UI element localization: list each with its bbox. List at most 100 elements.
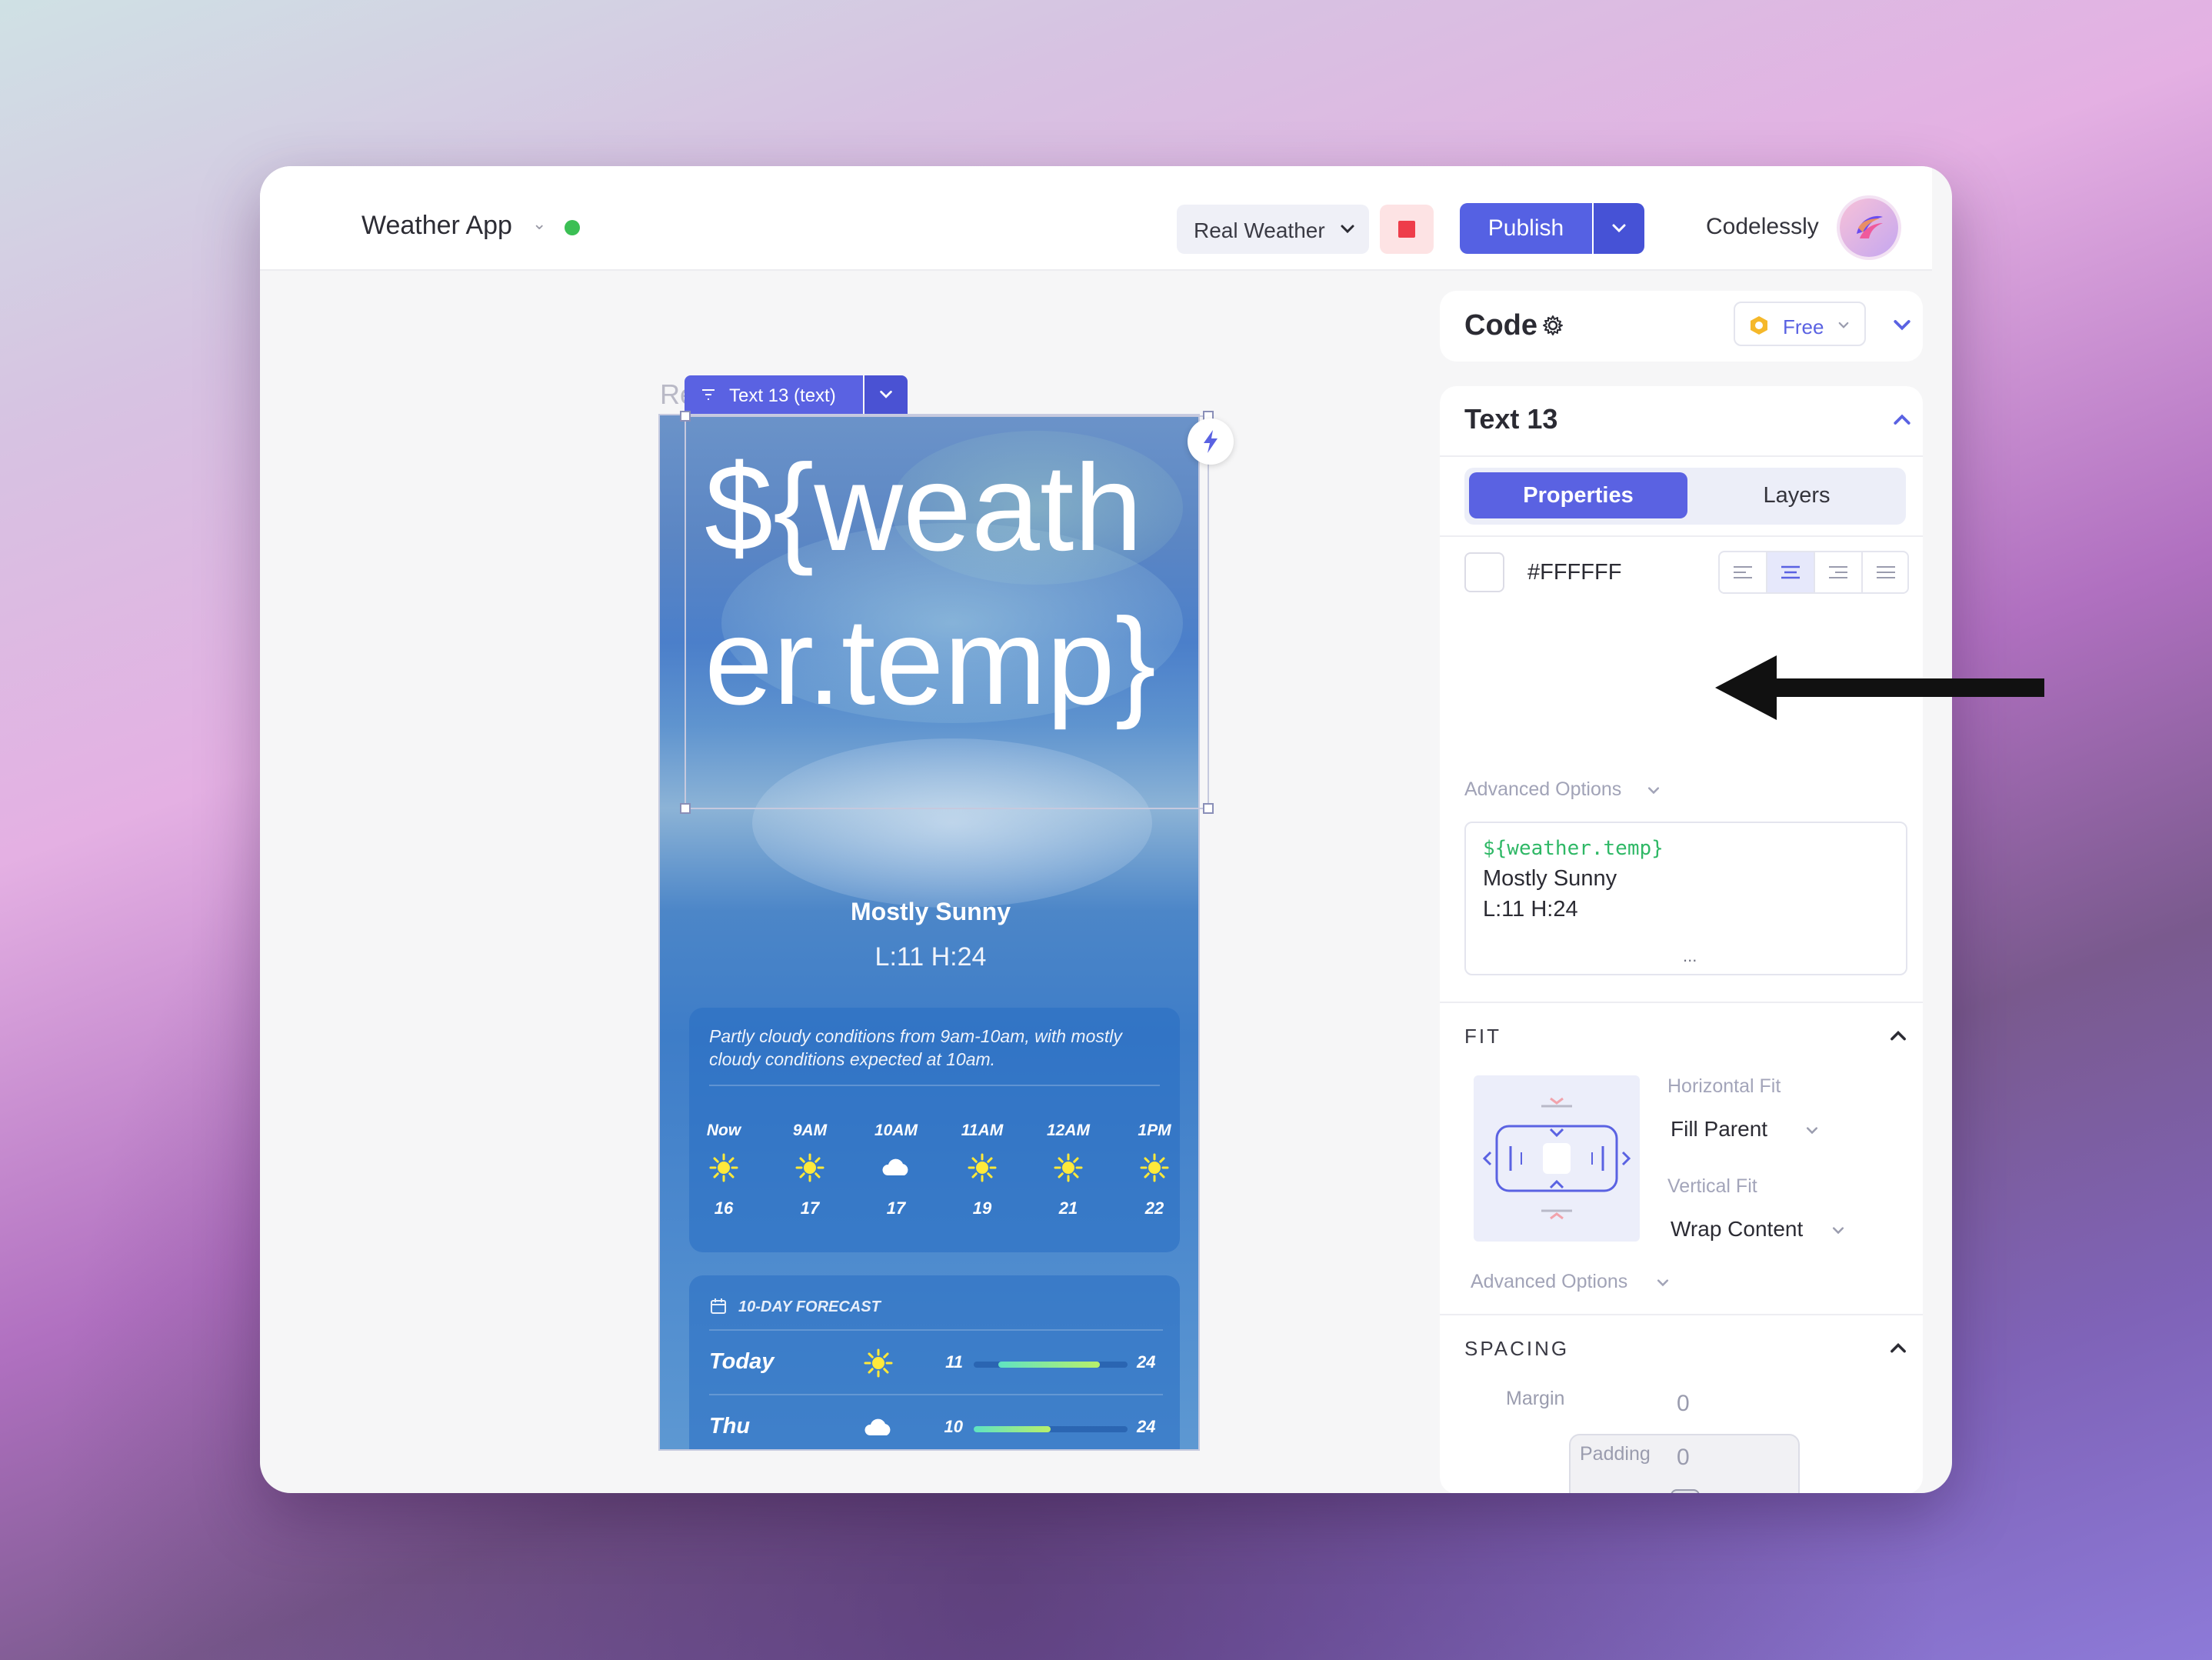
selection-tag[interactable]: Text 13 (text) [685,375,863,414]
hourly-item: 11AM 19 [955,1122,1009,1218]
text-line: L:11 H:24 [1483,897,1578,922]
properties-panel: Text 13 Properties Layers #FFFFFF Advanc… [1440,386,1923,1493]
divider [1440,1002,1923,1003]
publish-options-button[interactable] [1594,203,1644,254]
spacing-section-title: SPACING [1464,1337,1570,1360]
align-center-button[interactable] [1767,552,1815,592]
app-window: Weather App ⌄ Real Weather Publish Codel… [260,166,1952,1493]
align-right-button[interactable] [1815,552,1863,592]
hilo-text[interactable]: L:11 H:24 [660,942,1198,972]
hourly-item: 1PM 22 [1128,1122,1181,1218]
hourly-card[interactable]: Partly cloudy conditions from 9am-10am, … [689,1008,1180,1252]
action-button[interactable] [1188,418,1234,465]
tab-properties[interactable]: Properties [1469,472,1687,518]
condition-text[interactable]: Mostly Sunny [660,898,1198,926]
align-justify-icon [1877,566,1895,578]
color-hex[interactable]: #FFFFFF [1527,560,1621,585]
temperature-range-fill [974,1426,1051,1432]
advanced-options-toggle[interactable]: Advanced Options [1464,778,1621,801]
forecast-icon-wrap [863,1348,894,1378]
padding-right-input[interactable]: 0 [1752,1492,1765,1493]
padding-label: Padding [1580,1443,1651,1465]
sun-icon [864,1348,893,1378]
environment-select[interactable]: Real Weather [1177,205,1369,254]
publish-button[interactable]: Publish [1460,203,1592,254]
annotation-arrow-icon [1715,655,2044,720]
chevron-down-icon[interactable] [1891,314,1914,337]
padding-top-input[interactable]: 0 [1677,1445,1690,1471]
temperature-range-fill [998,1362,1100,1368]
phone-preview[interactable]: ${weather.temp} Mostly Sunny L:11 H:24 P… [658,414,1200,1451]
hour-temp: 19 [972,1198,992,1218]
vertical-fit-select[interactable]: Wrap Content [1671,1217,1803,1242]
hour-temp: 21 [1058,1198,1078,1218]
hour-icon-wrap [783,1152,837,1198]
hour-icon-wrap [697,1152,751,1198]
fit-visualizer[interactable] [1474,1075,1640,1242]
forecast-row[interactable]: Thu 10 24 [709,1394,1163,1449]
chevron-up-icon[interactable] [1887,1337,1909,1358]
text-icon [702,389,715,400]
forecast-high: 24 [1137,1417,1156,1436]
plan-badge-icon [1751,316,1767,335]
app-title[interactable]: Weather App [361,211,512,241]
text-value-editor[interactable]: ${weather.temp} Mostly Sunny L:11 H:24 .… [1464,822,1907,975]
chevron-down-icon[interactable]: ⌄ [532,214,546,234]
plan-select[interactable]: Free [1734,302,1866,346]
selection-options-button[interactable] [864,375,908,414]
margin-left-input[interactable]: 0 [1523,1492,1536,1493]
chevron-down-icon [1647,787,1660,795]
text-align-group [1718,551,1909,594]
hour-temp: 17 [800,1198,820,1218]
align-center-icon [1781,565,1800,579]
chevron-down-icon [1657,1279,1669,1287]
horizontal-fit-select[interactable]: Fill Parent [1671,1117,1767,1142]
fit-advanced-options-toggle[interactable]: Advanced Options [1471,1271,1627,1293]
more-indicator: ... [1683,946,1697,965]
code-panel: Code Free [1440,291,1923,362]
avatar[interactable] [1840,198,1898,257]
margin-right-input[interactable]: 0 [1834,1492,1847,1493]
chevron-down-icon [880,390,892,398]
vertical-fit-label: Vertical Fit [1667,1175,1757,1197]
stop-button[interactable] [1380,205,1434,254]
hour-label: Now [706,1122,741,1139]
cloud-icon [882,1158,908,1175]
hour-icon-wrap [869,1152,923,1198]
code-title: Code [1464,309,1537,342]
margin-top-input[interactable]: 0 [1677,1391,1690,1417]
temperature-text[interactable]: ${weather.temp} [705,431,1197,738]
sun-icon [1140,1153,1169,1182]
forecast-low: 11 [945,1352,963,1372]
hour-label: 9AM [792,1122,828,1139]
fit-section-title: FIT [1464,1025,1501,1048]
chevron-up-icon[interactable] [1891,408,1914,431]
fit-diagram-icon [1482,1097,1631,1220]
hour-icon-wrap [955,1152,1009,1198]
align-justify-button[interactable] [1863,552,1907,592]
align-left-button[interactable] [1720,552,1767,592]
forecast-card[interactable]: 10-DAY FORECAST Today1124Thu1024Fri1122S… [689,1275,1180,1449]
hour-icon-wrap [1041,1152,1095,1198]
resize-handle[interactable] [1203,803,1214,814]
text-expression: ${weather.temp} [1483,837,1664,860]
forecast-title: 10-DAY FORECAST [738,1298,881,1315]
text-line: Mostly Sunny [1483,866,1617,891]
padding-left-input[interactable]: 0 [1598,1492,1611,1493]
tab-layers[interactable]: Layers [1692,472,1901,518]
color-swatch[interactable] [1464,552,1504,592]
lightning-icon [1204,430,1218,453]
forecast-row[interactable]: Today 11 24 [709,1329,1163,1394]
hour-temp: 17 [886,1198,906,1218]
divider [1440,455,1923,457]
gear-icon[interactable] [1541,314,1564,337]
chevron-down-icon [1832,1227,1844,1235]
chevron-down-icon [1806,1127,1818,1135]
lock-button[interactable] [1671,1489,1700,1493]
user-name[interactable]: Codelessly [1706,214,1819,240]
chevron-up-icon[interactable] [1887,1025,1909,1046]
sun-icon [1054,1153,1083,1182]
chevron-down-icon [1612,224,1626,233]
hour-icon-wrap [1128,1152,1181,1198]
forecast-day: Today [709,1349,775,1374]
